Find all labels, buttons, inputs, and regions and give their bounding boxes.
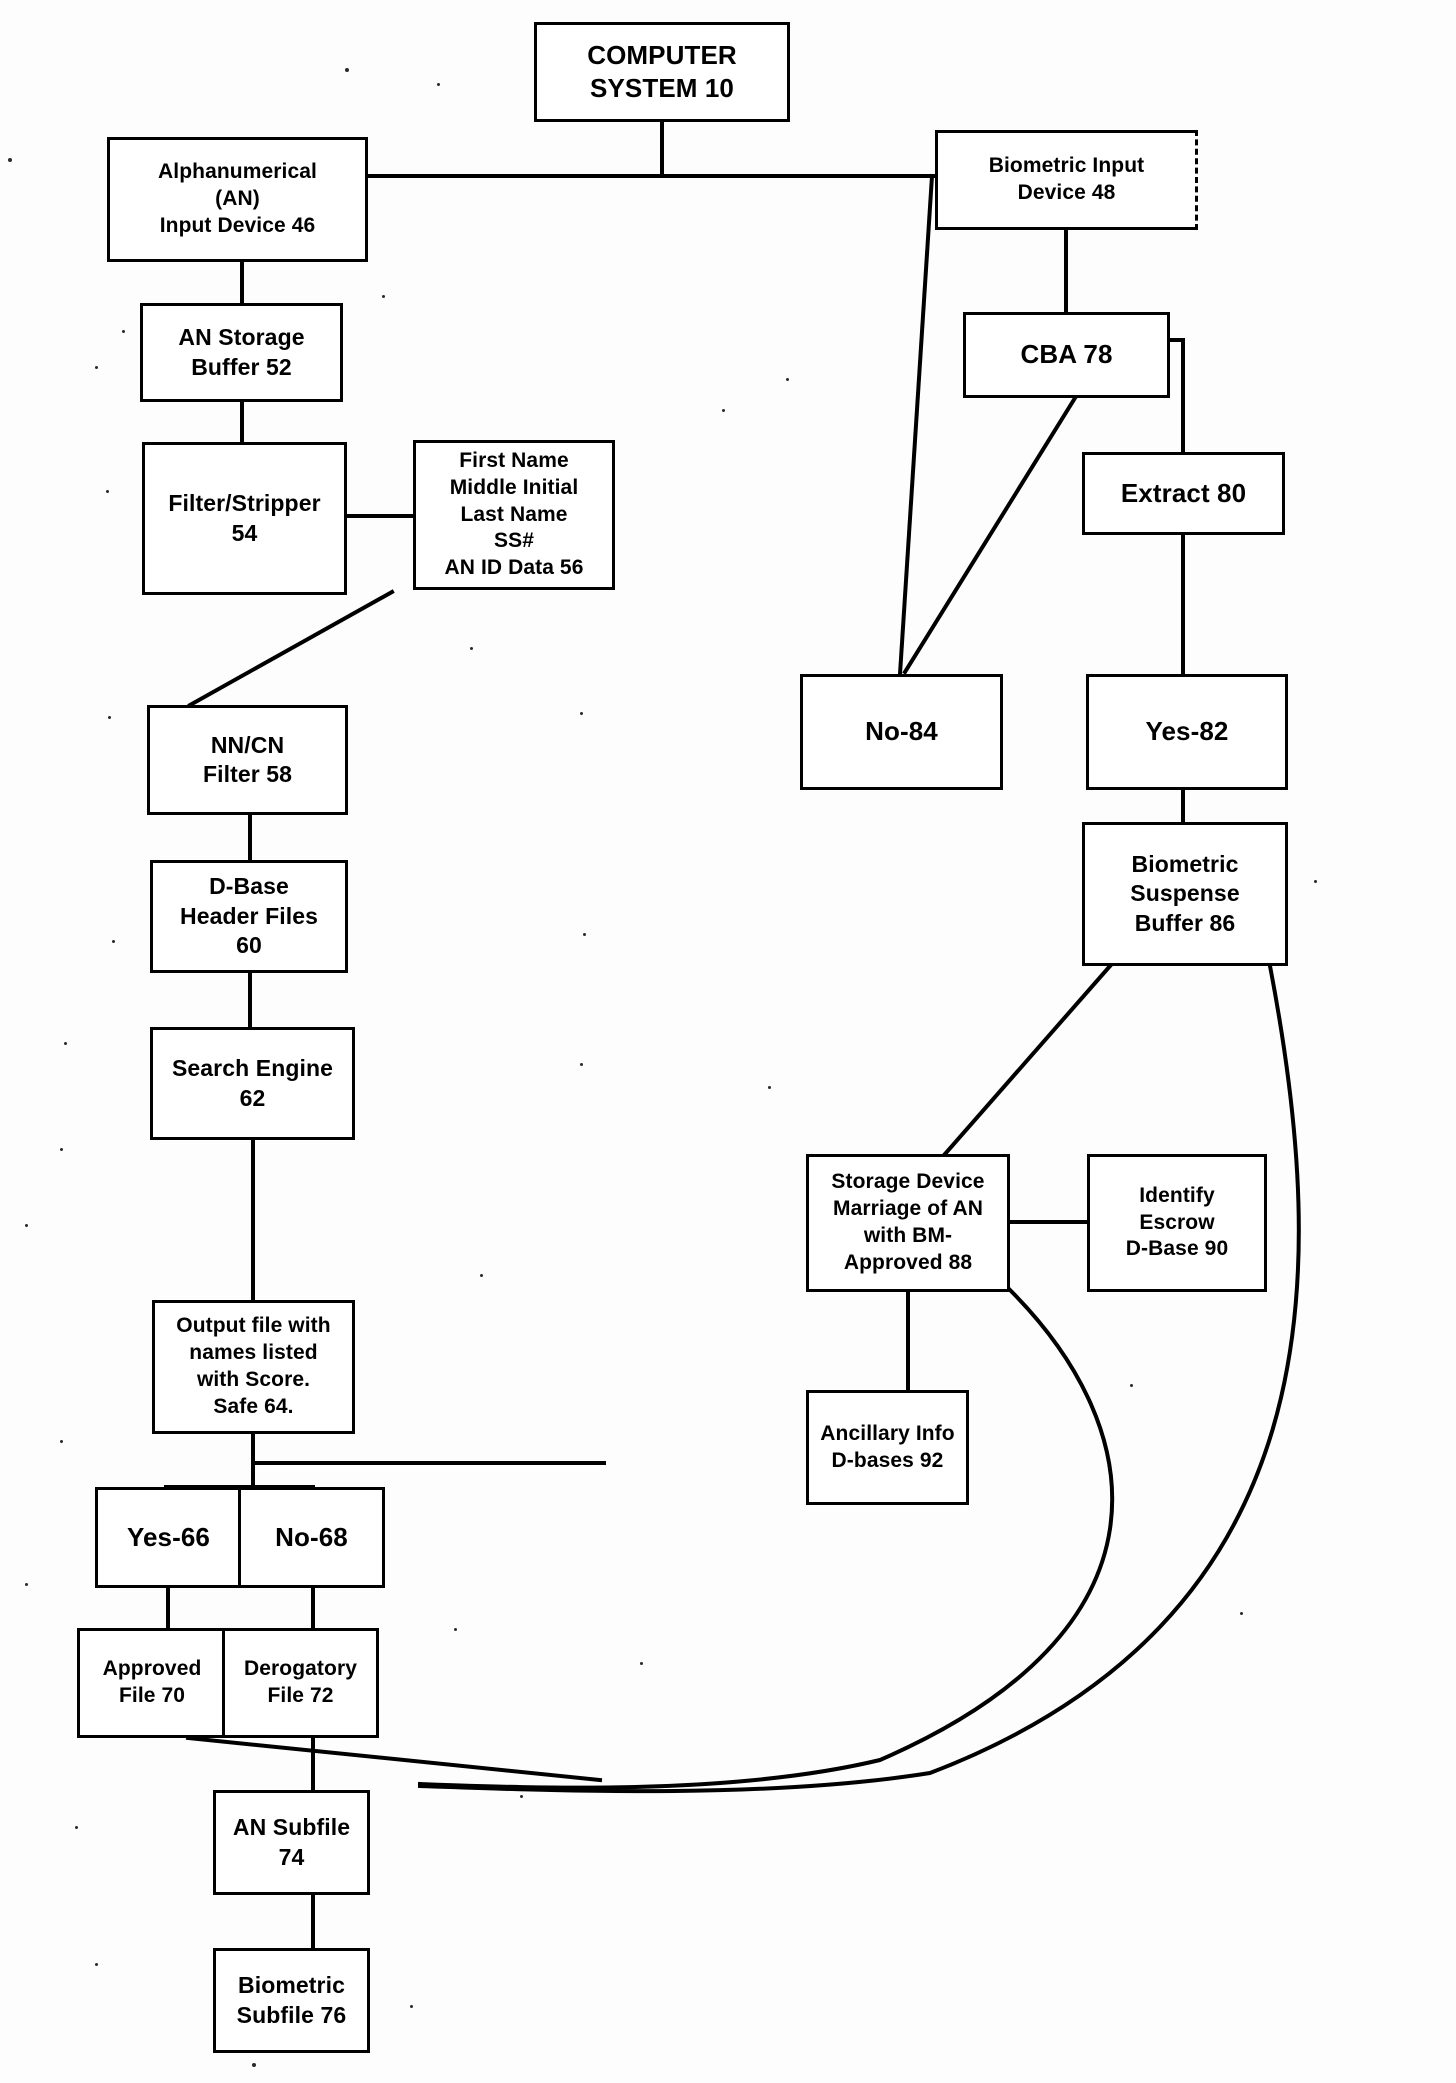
node-filter-stripper: Filter/Stripper 54 xyxy=(142,442,347,595)
node-biometric-input-device: Biometric Input Device 48 xyxy=(935,130,1198,230)
node-ancillary-info-label: Ancillary Info D-bases 92 xyxy=(820,1421,955,1472)
node-biometric-subfile: Biometric Subfile 76 xyxy=(213,1948,370,2053)
node-search-engine-label: Search Engine 62 xyxy=(171,1055,334,1111)
node-an-subfile: AN Subfile 74 xyxy=(213,1790,370,1895)
patent-figure-page: COMPUTER SYSTEM 10 Alphanumerical (AN) I… xyxy=(0,0,1456,2083)
edge-bminput-to-no84 xyxy=(897,173,935,677)
scan-speck xyxy=(410,2005,413,2008)
node-output-file: Output file with names listed with Score… xyxy=(152,1300,355,1434)
edge-suspense-to-storage xyxy=(942,963,1113,1157)
scan-speck xyxy=(768,1086,771,1089)
edge-storage-curve-to-ansubfile xyxy=(417,1287,1115,1790)
node-dbase-header-files-label: D-Base Header Files 60 xyxy=(180,873,318,959)
node-extract-80: Extract 80 xyxy=(1082,452,1285,535)
scan-speck xyxy=(1130,1384,1133,1387)
node-an-input-device: Alphanumerical (AN) Input Device 46 xyxy=(107,137,368,262)
scan-speck xyxy=(1240,1612,1243,1615)
node-search-engine: Search Engine 62 xyxy=(150,1027,355,1140)
node-biometric-subfile-label: Biometric Subfile 76 xyxy=(236,1972,347,2028)
node-storage-device: Storage Device Marriage of AN with BM- A… xyxy=(806,1154,1010,1292)
scan-speck xyxy=(437,83,440,86)
edge-suspense-curve-to-ansubfile xyxy=(417,963,1301,1794)
node-output-file-label: Output file with names listed with Score… xyxy=(176,1314,331,1418)
node-yes-66: Yes-66 xyxy=(95,1487,242,1588)
scan-speck xyxy=(345,68,349,72)
node-nn-cn-filter-label: NN/CN Filter 58 xyxy=(202,731,293,787)
node-biometric-suspense-buffer-label: Biometric Suspense Buffer 86 xyxy=(1130,850,1240,936)
node-an-id-data: First Name Middle Initial Last Name SS# … xyxy=(413,440,615,590)
node-cba-78-label: CBA 78 xyxy=(1020,339,1113,370)
node-nn-cn-filter: NN/CN Filter 58 xyxy=(147,705,348,815)
node-computer-system: COMPUTER SYSTEM 10 xyxy=(534,22,790,122)
edge-cba-to-extract xyxy=(1168,338,1185,454)
scan-speck xyxy=(25,1583,28,1586)
node-identify-escrow: Identify Escrow D-Base 90 xyxy=(1087,1154,1267,1292)
scan-speck xyxy=(60,1440,63,1443)
node-yes-82: Yes-82 xyxy=(1086,674,1288,790)
node-no-68-label: No-68 xyxy=(275,1521,348,1552)
node-derogatory-file: Derogatory File 72 xyxy=(222,1628,379,1738)
node-no-84: No-84 xyxy=(800,674,1003,790)
edge-anid-to-nncn xyxy=(187,589,395,708)
scan-speck xyxy=(64,1042,67,1045)
node-an-input-device-label: Alphanumerical (AN) Input Device 46 xyxy=(158,160,317,237)
scan-speck xyxy=(8,158,12,162)
node-extract-80-label: Extract 80 xyxy=(1120,477,1247,508)
scan-speck xyxy=(108,716,111,719)
scan-speck xyxy=(454,1628,457,1631)
node-an-id-data-label: First Name Middle Initial Last Name SS# … xyxy=(444,448,584,580)
edge-cba-to-no84 xyxy=(902,395,1078,675)
node-an-storage-buffer-label: AN Storage Buffer 52 xyxy=(178,324,305,380)
node-derogatory-file-label: Derogatory File 72 xyxy=(243,1657,358,1707)
scan-speck xyxy=(640,1662,643,1665)
scan-speck xyxy=(252,2063,256,2067)
node-yes-66-label: Yes-66 xyxy=(126,1521,210,1552)
scan-speck xyxy=(580,1063,583,1066)
scan-speck xyxy=(480,1274,483,1277)
scan-speck xyxy=(520,1795,523,1798)
node-computer-system-label: COMPUTER SYSTEM 10 xyxy=(587,39,737,103)
scan-speck xyxy=(470,647,473,650)
node-yes-82-label: Yes-82 xyxy=(1145,716,1229,747)
edge-approved-to-ansubfile xyxy=(185,1735,603,1783)
scan-speck xyxy=(60,1148,63,1151)
node-storage-device-label: Storage Device Marriage of AN with BM- A… xyxy=(831,1170,985,1274)
node-filter-stripper-label: Filter/Stripper 54 xyxy=(168,490,321,546)
node-cba-78: CBA 78 xyxy=(963,312,1170,398)
node-ancillary-info: Ancillary Info D-bases 92 xyxy=(806,1390,969,1505)
node-approved-file: Approved File 70 xyxy=(77,1628,227,1738)
node-an-storage-buffer: AN Storage Buffer 52 xyxy=(140,303,343,402)
scan-speck xyxy=(786,378,789,381)
node-dbase-header-files: D-Base Header Files 60 xyxy=(150,860,348,973)
scan-speck xyxy=(382,295,385,298)
scan-speck xyxy=(122,330,125,333)
scan-speck xyxy=(95,366,98,369)
scan-speck xyxy=(75,1826,78,1829)
node-an-subfile-label: AN Subfile 74 xyxy=(232,1814,351,1870)
node-approved-file-label: Approved File 70 xyxy=(102,1657,202,1707)
node-no-84-label: No-84 xyxy=(865,716,938,747)
node-no-68: No-68 xyxy=(238,1487,385,1588)
scan-speck xyxy=(95,1963,98,1966)
scan-speck xyxy=(580,712,583,715)
scan-speck xyxy=(583,933,586,936)
scan-speck xyxy=(1314,880,1317,883)
scan-speck xyxy=(25,1224,28,1227)
node-biometric-suspense-buffer: Biometric Suspense Buffer 86 xyxy=(1082,822,1288,966)
scan-speck xyxy=(722,409,725,412)
node-identify-escrow-label: Identify Escrow D-Base 90 xyxy=(1125,1183,1229,1261)
node-biometric-input-device-label: Biometric Input Device 48 xyxy=(988,154,1145,204)
scan-speck xyxy=(112,940,115,943)
scan-speck xyxy=(106,490,109,493)
